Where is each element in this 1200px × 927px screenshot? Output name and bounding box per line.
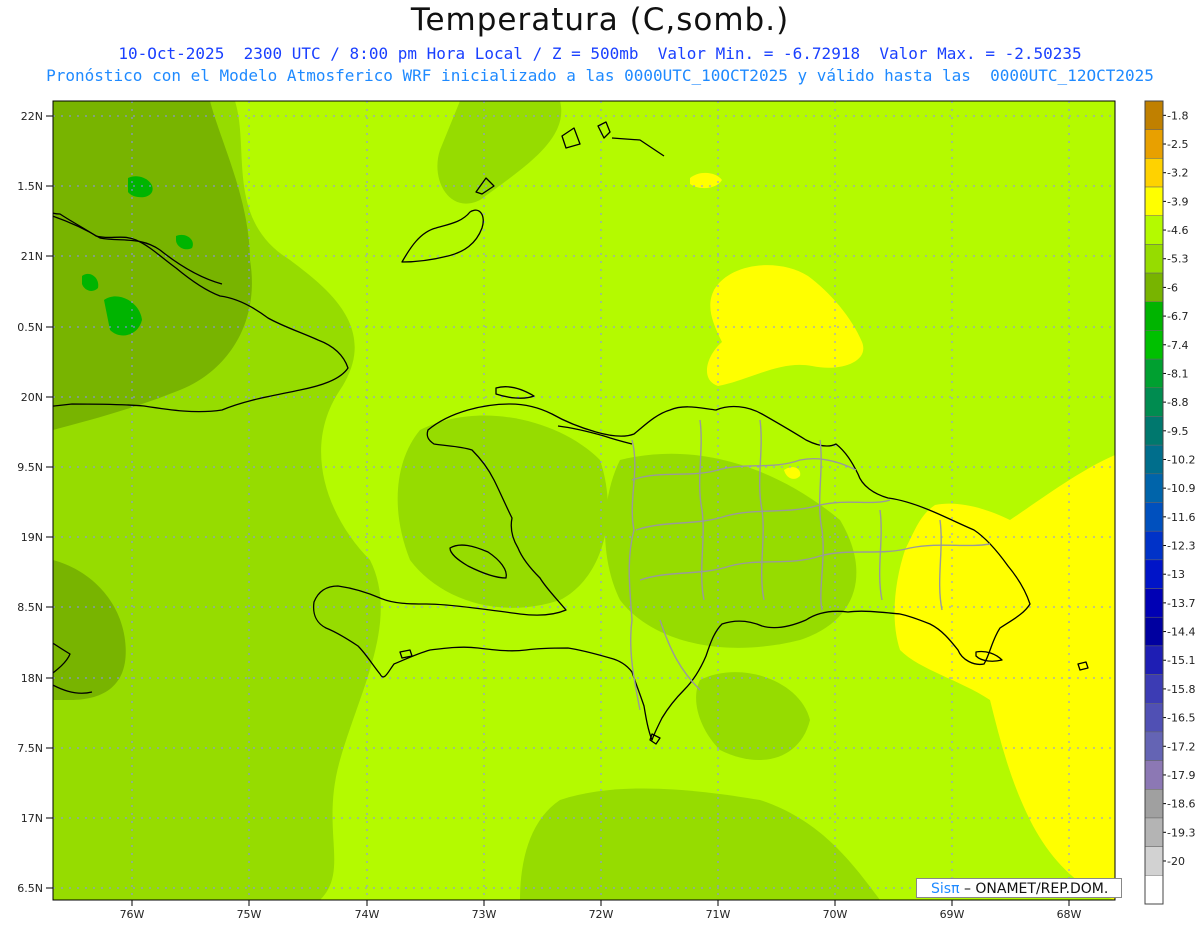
colorbar-swatch [1144, 301, 1164, 331]
lat-label: 8.5N [17, 601, 43, 614]
colorbar-label: -14.4 [1167, 626, 1195, 639]
colorbar-label: -6 [1167, 281, 1178, 294]
lat-label: 19N [21, 531, 43, 544]
colorbar-label: -5.3 [1167, 253, 1188, 266]
colorbar-swatch [1144, 875, 1164, 905]
map-title: Temperatura (C,somb.) [410, 2, 790, 38]
lat-label: 6.5N [17, 882, 43, 895]
lat-label: 7.5N [17, 742, 43, 755]
lon-labels: 76W 75W 74W 73W 72W 71W 70W 69W 68W [120, 908, 1082, 921]
colorbar-label: -8.1 [1167, 367, 1188, 380]
colorbar-label: -3.2 [1167, 167, 1188, 180]
colorbar-label: -17.2 [1167, 740, 1195, 753]
colorbar-swatch [1144, 100, 1164, 130]
colorbar-swatch [1144, 387, 1164, 417]
colorbar-label: -17.9 [1167, 769, 1195, 782]
lon-label: 75W [237, 908, 262, 921]
colorbar-swatch [1144, 559, 1164, 589]
colorbar-label: -9.5 [1167, 425, 1188, 438]
field-mid-patch-2 [397, 415, 608, 608]
colorbar-swatch [1144, 186, 1164, 216]
map-field [53, 101, 1115, 900]
colorbar-swatch [1144, 616, 1164, 647]
colorbar-label: -13.7 [1167, 597, 1195, 610]
colorbar-swatch [1144, 473, 1164, 503]
lat-label: 18N [21, 672, 43, 685]
sis-logo-text: Sisπ [931, 881, 960, 897]
colorbar-swatch [1144, 129, 1164, 159]
lon-label: 71W [706, 908, 731, 921]
colorbar-label: -7.4 [1167, 339, 1188, 352]
colorbar-label: -20 [1167, 855, 1185, 868]
colorbar-label: -4.6 [1167, 224, 1188, 237]
credit-box: Sisπ – ONAMET/REP.DOM. [916, 878, 1122, 898]
lat-label: 9.5N [17, 461, 43, 474]
colorbar-swatch [1144, 272, 1164, 303]
lat-label: 21N [21, 250, 43, 263]
colorbar-label: -11.6 [1167, 511, 1195, 524]
colorbar-label: -15.8 [1167, 683, 1195, 696]
colorbar-label: -3.9 [1167, 195, 1188, 208]
lat-label: 0.5N [17, 321, 43, 334]
colorbar-swatch [1144, 444, 1164, 475]
colorbar-swatch [1144, 530, 1164, 561]
colorbar-swatch [1144, 760, 1164, 790]
colorbar-swatch [1144, 731, 1164, 761]
colorbar-label: -16.5 [1167, 712, 1195, 725]
lat-label: 17N [21, 812, 43, 825]
colorbar-label: -19.3 [1167, 826, 1195, 839]
lat-label: 20N [21, 391, 43, 404]
colorbar-swatch [1144, 502, 1164, 532]
colorbar-swatch [1144, 244, 1164, 274]
colorbar-swatch [1144, 645, 1164, 675]
model-info-line: Pronóstico con el Modelo Atmosferico WRF… [46, 66, 1154, 85]
colorbar-swatch [1144, 674, 1164, 704]
colorbar-label: -15.1 [1167, 654, 1195, 667]
lon-label: 69W [940, 908, 965, 921]
colorbar-swatch [1144, 416, 1164, 446]
colorbar-swatch [1144, 703, 1164, 733]
colorbar-label: -6.7 [1167, 310, 1188, 323]
colorbar-swatch [1144, 817, 1164, 847]
lon-label: 73W [472, 908, 497, 921]
lon-label: 76W [120, 908, 145, 921]
colorbar-label: -2.5 [1167, 138, 1188, 151]
colorbar-swatch [1144, 588, 1164, 618]
forecast-time-line: 10-Oct-2025 2300 UTC / 8:00 pm Hora Loca… [118, 44, 1082, 63]
lat-label: 22N [21, 110, 43, 123]
colorbar-swatch [1144, 789, 1164, 819]
colorbar-label: -1.8 [1167, 109, 1188, 122]
colorbar-label: -12.3 [1167, 540, 1195, 553]
colorbar-label: -18.6 [1167, 798, 1195, 811]
colorbar-swatch [1144, 846, 1164, 876]
colorbar-label: -10.2 [1167, 453, 1195, 466]
colorbar-swatch [1144, 330, 1164, 360]
colorbar-label: -10.9 [1167, 482, 1195, 495]
colorbar-label: -8.8 [1167, 396, 1188, 409]
lon-label: 68W [1057, 908, 1082, 921]
colorbar-swatch [1144, 158, 1164, 188]
lon-label: 74W [355, 908, 380, 921]
lon-label: 70W [823, 908, 848, 921]
lon-label: 72W [589, 908, 614, 921]
lat-labels: 22N 1.5N 21N 0.5N 20N 9.5N 19N 8.5N 18N … [17, 110, 43, 895]
colorbar-label: -13 [1167, 568, 1185, 581]
temperature-map: 22N 1.5N 21N 0.5N 20N 9.5N 19N 8.5N 18N … [17, 100, 1195, 921]
colorbar-swatch [1144, 215, 1164, 245]
credit-text: – ONAMET/REP.DOM. [963, 881, 1109, 897]
colorbar-swatch [1144, 358, 1164, 389]
colorbar: -1.8 -2.5 -3.2 -3.9 -4.6 -5.3 -6 -6.7 -7.4 -8.1 -8… [1144, 100, 1195, 905]
lat-label: 1.5N [17, 180, 43, 193]
